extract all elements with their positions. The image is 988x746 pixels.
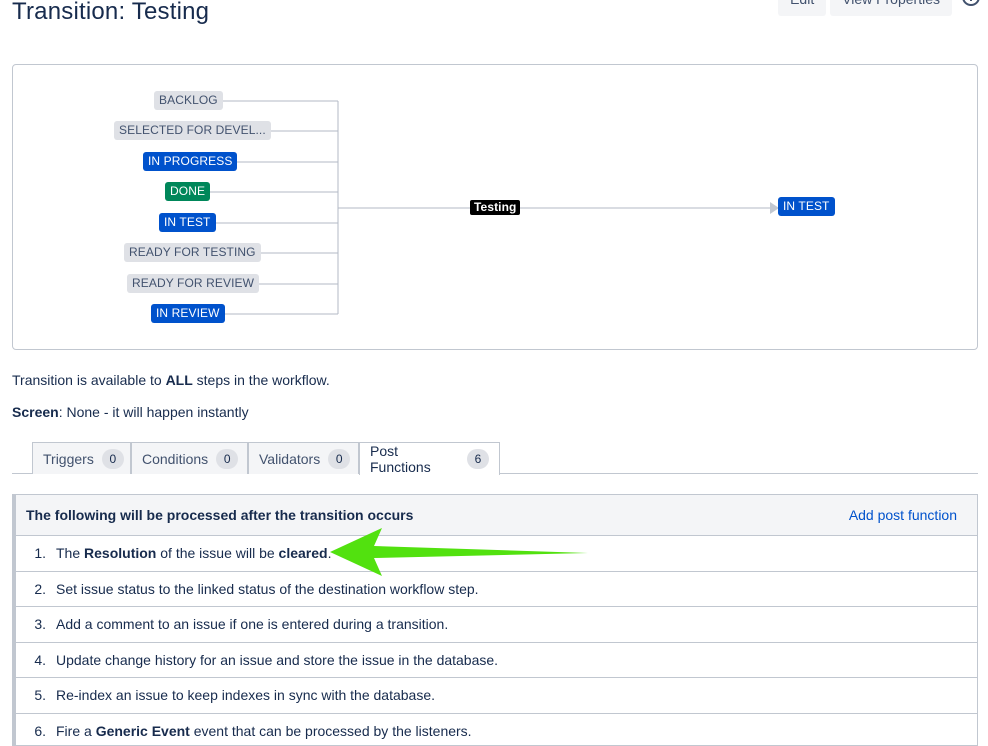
transition-tabs: Triggers 0 Conditions 0 Validators 0 Post F… xyxy=(12,442,978,475)
view-properties-button[interactable]: View Properties xyxy=(830,0,952,16)
post-function-number: 4. xyxy=(34,651,46,668)
conditions-count-badge: 0 xyxy=(216,448,239,469)
add-post-function-link[interactable]: Add post function xyxy=(849,507,957,523)
post-function-text: Fire a Generic Event event that can be p… xyxy=(56,723,472,740)
source-status-lozenge[interactable]: READY FOR REVIEW xyxy=(127,274,260,293)
source-status-lozenge[interactable]: IN REVIEW xyxy=(151,304,225,323)
post-function-number: 2. xyxy=(34,580,46,597)
availability-text: Transition is available to ALL steps in … xyxy=(12,372,330,388)
top-actions: Edit View Properties xyxy=(778,0,952,16)
source-status-lozenge[interactable]: DONE xyxy=(165,182,211,201)
tab-post-functions[interactable]: Post Functions 6 xyxy=(359,442,500,475)
post-function-row: 5. Re-index an issue to keep indexes in s… xyxy=(16,678,977,714)
transition-label[interactable]: Testing xyxy=(470,200,521,215)
post-function-text: Re-index an issue to keep indexes in syn… xyxy=(56,687,436,704)
tab-conditions[interactable]: Conditions 0 xyxy=(131,442,248,474)
edit-button[interactable]: Edit xyxy=(778,0,827,16)
source-status-lozenge[interactable]: BACKLOG xyxy=(154,91,223,110)
post-function-row: 3. Add a comment to an issue if one is en… xyxy=(16,607,977,643)
post-function-number: 5. xyxy=(34,687,46,704)
post-function-text: The Resolution of the issue will be clea… xyxy=(56,545,332,562)
page-title: Transition: Testing xyxy=(12,0,210,25)
source-status-lozenge[interactable]: IN PROGRESS xyxy=(143,152,238,171)
validators-count-badge: 0 xyxy=(328,448,351,469)
source-status-lozenge[interactable]: IN TEST xyxy=(159,213,216,232)
target-status-lozenge[interactable]: IN TEST xyxy=(778,197,835,216)
post-function-row: 4. Update change history for an issue and… xyxy=(16,643,977,678)
post-function-number: 1. xyxy=(34,545,46,562)
source-status-lozenge[interactable]: READY FOR TESTING xyxy=(124,243,261,262)
source-status-lozenge[interactable]: SELECTED FOR DEVEL... xyxy=(114,121,271,140)
workflow-diagram: BACKLOG SELECTED FOR DEVEL... IN PROGRESS D… xyxy=(12,64,978,350)
post-function-text: Add a comment to an issue if one is ente… xyxy=(56,616,449,633)
annotation-arrow-icon xyxy=(330,528,588,576)
post-function-number: 3. xyxy=(34,616,46,633)
post-function-text: Update change history for an issue and s… xyxy=(56,651,499,668)
tab-validators[interactable]: Validators 0 xyxy=(248,442,359,474)
help-icon[interactable] xyxy=(962,0,980,6)
post-function-row: 6. Fire a Generic Event event that can be… xyxy=(16,714,977,746)
screen-text: Screen: None - it will happen instantly xyxy=(12,404,249,420)
triggers-count-badge: 0 xyxy=(101,448,124,469)
tab-triggers[interactable]: Triggers 0 xyxy=(32,442,131,474)
post-function-text: Set issue status to the linked status of… xyxy=(56,580,479,597)
post-functions-count-badge: 6 xyxy=(467,449,489,469)
post-function-number: 6. xyxy=(34,723,46,740)
